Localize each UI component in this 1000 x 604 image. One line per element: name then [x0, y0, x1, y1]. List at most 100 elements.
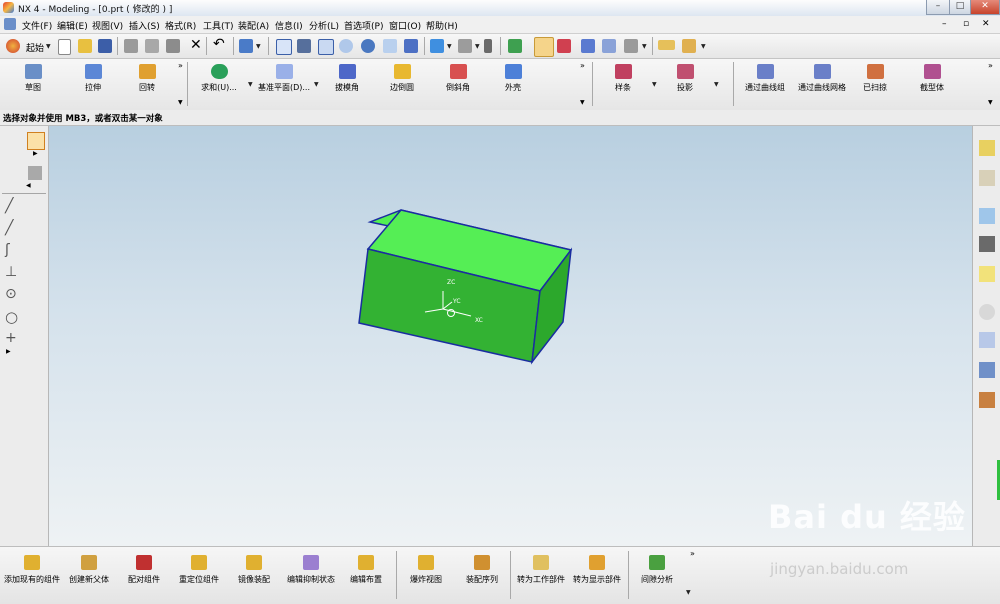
circle-point-icon[interactable]: ⊙	[5, 286, 17, 302]
datum-dropdown-icon[interactable]: ▼	[314, 81, 319, 88]
section-body-tool[interactable]: 截型体	[915, 64, 949, 93]
make-work-part-button[interactable]: 转为工作部件	[514, 555, 568, 585]
roles-icon[interactable]	[979, 392, 995, 408]
training-icon[interactable]	[979, 236, 995, 252]
project-dropdown-icon[interactable]: ▼	[714, 81, 719, 88]
background-icon[interactable]	[484, 39, 492, 53]
shaded-dropdown-icon[interactable]: ▼	[447, 43, 452, 50]
sketch-tool[interactable]: 草图	[16, 64, 50, 93]
line-2-icon[interactable]: ╱	[5, 220, 13, 236]
through-curves-tool[interactable]: 通过曲线组	[742, 64, 788, 93]
unite-tool[interactable]: 求和(U)...	[199, 64, 239, 93]
layer-icon[interactable]	[508, 39, 522, 53]
ruler-icon[interactable]	[658, 40, 675, 50]
menu-insert[interactable]: 插入(S)	[129, 19, 160, 32]
mate-component-button[interactable]: 配对组件	[122, 555, 166, 585]
revolve-tool[interactable]: 回转	[130, 64, 164, 93]
edit-arrangement-button[interactable]: 编辑布置	[344, 555, 388, 585]
perspective-icon[interactable]	[404, 39, 418, 53]
wcs-icon[interactable]	[534, 37, 554, 57]
chamfer-tool[interactable]: 倒斜角	[441, 64, 475, 93]
list-icon[interactable]	[979, 332, 995, 348]
circle-icon[interactable]: ○	[5, 308, 18, 326]
maximize-button[interactable]: □	[949, 0, 971, 15]
add-existing-component-button[interactable]: 添加现有的组件	[4, 555, 60, 585]
assembly-sequence-button[interactable]: 装配序列	[460, 555, 504, 585]
menu-minimize-icon[interactable]: –	[942, 19, 947, 29]
analysis-icon[interactable]	[602, 39, 616, 53]
menu-close-icon[interactable]: ✕	[982, 19, 990, 29]
menu-format[interactable]: 格式(R)	[165, 19, 196, 32]
unite-dropdown-icon[interactable]: ▼	[248, 81, 253, 88]
point-icon[interactable]: +	[5, 330, 17, 346]
line-icon[interactable]: ╱	[5, 198, 13, 214]
palette-scroll-icon[interactable]: ▶	[6, 348, 11, 355]
model-view[interactable]: ZC YC XC	[49, 126, 972, 546]
menu-help[interactable]: 帮助(H)	[426, 19, 458, 32]
draft-tool[interactable]: 拔模角	[330, 64, 364, 93]
menu-file[interactable]: 文件(F)	[22, 19, 52, 32]
angle-dropdown-icon[interactable]: ▼	[701, 43, 706, 50]
fit-view-icon[interactable]	[276, 39, 292, 55]
palette-expand-icon-2[interactable]: ◀	[26, 182, 31, 189]
graphics-window[interactable]: ZC YC XC	[49, 126, 972, 546]
through-curve-mesh-tool[interactable]: 通过曲线网格	[795, 64, 849, 93]
menu-restore-icon[interactable]: ▫	[963, 19, 969, 29]
menu-assembly[interactable]: 装配(A)	[238, 19, 269, 32]
web-icon[interactable]	[979, 362, 995, 378]
show-hide-icon[interactable]	[624, 39, 638, 53]
project-tool[interactable]: 投影	[668, 64, 702, 93]
select-filter-icon[interactable]	[239, 39, 253, 53]
edge-blend-tool[interactable]: 边倒圆	[385, 64, 419, 93]
perpendicular-icon[interactable]: ⊥	[5, 264, 17, 280]
view-orient-dropdown-icon[interactable]: ▼	[475, 43, 480, 50]
assembly-navigator-icon[interactable]	[979, 140, 995, 156]
clearance-analysis-button[interactable]: 间隙分析	[636, 555, 678, 585]
cut-icon[interactable]	[124, 39, 138, 53]
magnify-icon[interactable]	[339, 39, 353, 53]
select-filter-dropdown-icon[interactable]: ▼	[256, 43, 261, 50]
menu-analysis[interactable]: 分析(L)	[309, 19, 339, 32]
show-hide-dropdown-icon[interactable]: ▼	[642, 43, 647, 50]
snap-point-icon[interactable]	[557, 39, 571, 53]
rotate-icon[interactable]	[361, 39, 375, 53]
toolbar-options-icon-3[interactable]: ▼	[988, 99, 993, 106]
sketch-palette-icon[interactable]	[28, 166, 42, 180]
extrude-tool[interactable]: 拉伸	[76, 64, 110, 93]
measure-icon[interactable]	[581, 39, 595, 53]
start-dropdown-icon[interactable]: ▼	[46, 43, 51, 50]
spline-dropdown-icon[interactable]: ▼	[652, 81, 657, 88]
exploded-view-button[interactable]: 爆炸视图	[404, 555, 448, 585]
angle-icon[interactable]	[682, 39, 696, 53]
minimize-button[interactable]: –	[926, 0, 950, 15]
save-icon[interactable]	[98, 39, 112, 53]
toolbar-options-icon-2[interactable]: ▼	[580, 99, 585, 106]
clearance-dropdown-icon[interactable]: ▼	[686, 589, 691, 596]
delete-icon[interactable]: ✕	[190, 37, 202, 53]
edit-suppression-button[interactable]: 编辑抑制状态	[282, 555, 340, 585]
new-file-icon[interactable]	[58, 39, 71, 55]
undo-icon[interactable]: ↶	[213, 36, 225, 52]
create-new-parent-button[interactable]: 创建新父体	[64, 555, 114, 585]
toolbar-more-icon-4[interactable]: »	[690, 549, 695, 558]
open-folder-icon[interactable]	[78, 39, 92, 53]
mirror-assembly-button[interactable]: 镜像装配	[232, 555, 276, 585]
close-button[interactable]: ✕	[970, 0, 1000, 15]
menu-info[interactable]: 信息(I)	[275, 19, 303, 32]
paste-icon[interactable]	[166, 39, 180, 53]
spline-tool[interactable]: 样条	[606, 64, 640, 93]
copy-icon[interactable]	[145, 39, 159, 53]
view-orient-icon[interactable]	[458, 39, 472, 53]
swept-tool[interactable]: 已扫掠	[858, 64, 892, 93]
toolbar-more-icon[interactable]: »	[178, 61, 183, 70]
part-navigator-icon[interactable]	[979, 170, 995, 186]
toolbar-more-icon-2[interactable]: »	[580, 61, 585, 70]
menu-window[interactable]: 窗口(O)	[389, 19, 421, 32]
help-icon[interactable]	[979, 266, 995, 282]
history-icon[interactable]	[979, 208, 995, 224]
zoom-icon[interactable]	[318, 39, 334, 55]
menu-preferences[interactable]: 首选项(P)	[344, 19, 383, 32]
pan-icon[interactable]	[383, 39, 397, 53]
clock-icon[interactable]	[979, 304, 995, 320]
shaded-view-icon[interactable]	[430, 39, 444, 53]
